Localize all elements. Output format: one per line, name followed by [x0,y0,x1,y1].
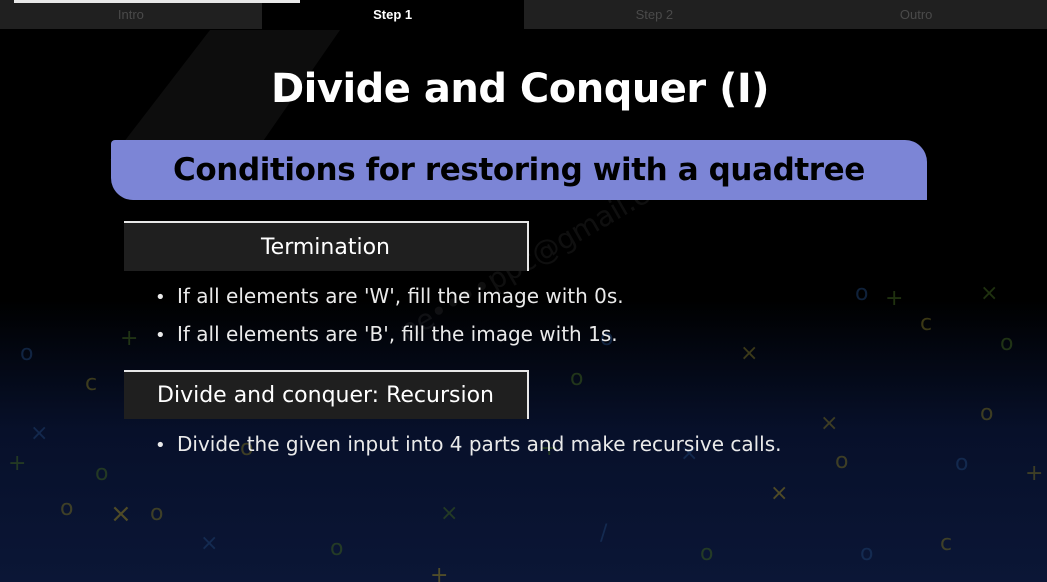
svg-text:o: o [330,536,343,561]
svg-text:+: + [1025,461,1043,486]
tab-outro[interactable]: Outro [785,0,1047,29]
bullet-text: If all elements are 'B', fill the image … [177,322,618,346]
tab-intro[interactable]: Intro [0,0,262,29]
svg-text:o: o [855,281,868,306]
svg-text:o: o [570,366,583,391]
svg-text:c: c [920,311,932,336]
list-item: • If all elements are 'B', fill the image… [155,322,618,346]
bullet-icon: • [155,435,166,456]
svg-text:×: × [110,499,132,529]
progress-indicator [14,0,300,3]
list-item: • Divide the given input into 4 parts and… [155,432,782,456]
tab-step-1[interactable]: Step 1 [261,0,524,29]
svg-text:×: × [440,501,458,526]
svg-text:+: + [430,563,448,582]
svg-text:o: o [60,496,73,521]
svg-text:/: / [600,521,608,546]
svg-text:c: c [940,531,952,556]
svg-text:o: o [835,449,848,474]
svg-text:+: + [120,326,138,351]
step-tab-bar: Intro Step 1 Step 2 Outro [0,0,1047,29]
svg-text:×: × [200,531,218,556]
section-heading-recursion: Divide and conquer: Recursion [124,370,529,419]
svg-text:o: o [955,451,968,476]
bullet-text: Divide the given input into 4 parts and … [177,432,782,456]
svg-text:o: o [860,541,873,566]
svg-text:×: × [980,281,998,306]
slide-title: Divide and Conquer (I) [270,66,770,112]
svg-text:o: o [1000,331,1013,356]
svg-text:×: × [820,411,838,436]
svg-text:o: o [20,341,33,366]
svg-text:×: × [770,481,788,506]
subtitle-banner: Conditions for restoring with a quadtree [111,140,927,200]
svg-text:o: o [95,461,108,486]
list-item: • If all elements are 'W', fill the image… [155,284,624,308]
svg-text:+: + [8,451,26,476]
tab-step-2[interactable]: Step 2 [523,0,786,29]
svg-text:c: c [85,371,97,396]
svg-text:×: × [30,421,48,446]
subtitle-text: Conditions for restoring with a quadtree [173,152,865,188]
svg-text:o: o [980,401,993,426]
section-heading-termination: Termination [124,221,529,271]
bullet-icon: • [155,325,166,346]
bullet-icon: • [155,287,166,308]
svg-text:×: × [740,341,758,366]
svg-text:+: + [885,286,903,311]
svg-text:o: o [700,541,713,566]
bullet-text: If all elements are 'W', fill the image … [177,284,624,308]
svg-text:o: o [150,501,163,526]
